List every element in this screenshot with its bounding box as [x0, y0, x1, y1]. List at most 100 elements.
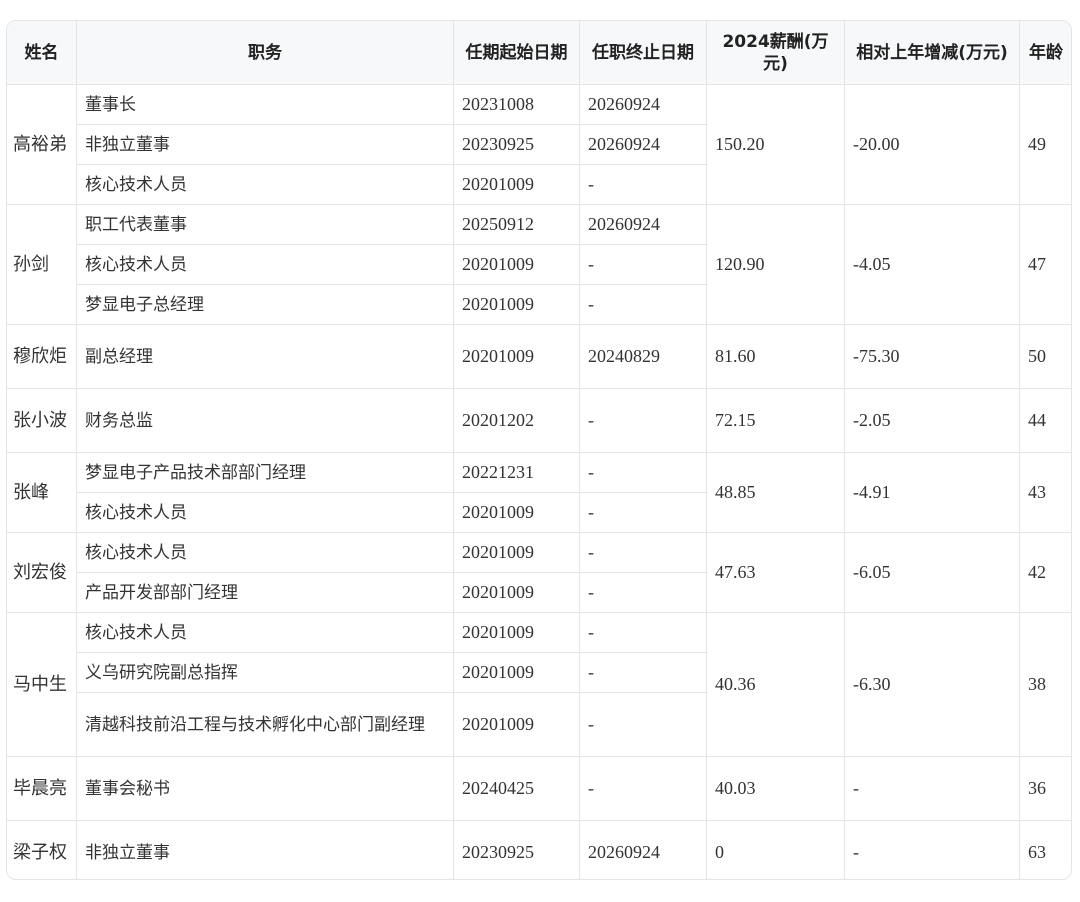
position-cell: 梦显电子产品技术部部门经理: [76, 452, 454, 493]
position-cell: 产品开发部部门经理: [76, 572, 454, 613]
position-cell: 副总经理: [76, 324, 454, 389]
start-date-cell: 20201009: [453, 692, 580, 757]
change-cell: -4.05: [844, 204, 1020, 325]
end-date-cell: -: [579, 284, 707, 325]
change-cell: -20.00: [844, 84, 1020, 205]
position-cell: 核心技术人员: [76, 532, 454, 573]
position-cell: 核心技术人员: [76, 612, 454, 653]
change-cell: -2.05: [844, 388, 1020, 453]
change-cell: -6.05: [844, 532, 1020, 613]
header-change: 相对上年增减(万元): [844, 21, 1020, 85]
table-row: 毕晨亮 董事会秘书 20240425-40.03-36: [7, 756, 1071, 821]
table-row: 穆欣炬 副总经理 20201009 20240829 81.60 -75.30 50: [7, 324, 1071, 389]
start-date-cell: 20201009: [453, 164, 580, 205]
salary-cell: 40.36: [706, 612, 845, 757]
table-row: 马中生 核心技术人员 20201009-40.36 -6.30 38: [7, 612, 1071, 757]
start-date-cell: 20250912: [453, 204, 580, 245]
salary-cell: 48.85: [706, 452, 845, 533]
start-date-cell: 20201009: [453, 652, 580, 693]
start-date-cell: 20230925: [453, 124, 580, 165]
header-row: 姓名 职务 任期起始日期 任职终止日期 2024薪酬(万元) 相对上年增减(万元…: [7, 21, 1071, 85]
end-date-cell: -: [579, 572, 707, 613]
change-cell: -: [844, 820, 1020, 879]
position-cell: 财务总监: [76, 388, 454, 453]
salary-cell: 150.20: [706, 84, 845, 205]
start-date-cell: 20230925: [453, 820, 580, 879]
end-date-cell: -: [579, 244, 707, 285]
age-cell: 44: [1019, 388, 1071, 453]
change-cell: -4.91: [844, 452, 1020, 533]
table-row: 孙剑 职工代表董事 20250912 20260924 120.90 -4.05 47: [7, 204, 1071, 325]
start-date-cell: 20201009: [453, 284, 580, 325]
executive-compensation-table: 姓名 职务 任期起始日期 任职终止日期 2024薪酬(万元) 相对上年增减(万元…: [7, 21, 1071, 879]
end-date-cell: -: [579, 452, 707, 493]
table-row: 刘宏俊 核心技术人员 20201009-47.63 -6.05 42: [7, 532, 1071, 613]
position-cell: 非独立董事: [76, 124, 454, 165]
start-date-cell: 20201009: [453, 492, 580, 533]
end-date-cell: 20240829: [579, 324, 707, 389]
person-name-cell: 毕晨亮: [7, 756, 77, 821]
start-date-cell: 20240425: [453, 756, 580, 821]
age-cell: 47: [1019, 204, 1071, 325]
table-row: 高裕弟 董事长 20231008 20260924 150.20 -20.00 49: [7, 84, 1071, 205]
person-name-cell: 张小波: [7, 388, 77, 453]
end-date-cell: 20260924: [579, 204, 707, 245]
header-salary: 2024薪酬(万元): [706, 21, 845, 85]
change-cell: -6.30: [844, 612, 1020, 757]
end-date-cell: -: [579, 164, 707, 205]
change-cell: -: [844, 756, 1020, 821]
age-cell: 50: [1019, 324, 1071, 389]
position-cell: 非独立董事: [76, 820, 454, 879]
position-cell: 职工代表董事: [76, 204, 454, 245]
position-cell: 清越科技前沿工程与技术孵化中心部门副经理: [76, 692, 454, 757]
end-date-cell: -: [579, 492, 707, 533]
person-name-cell: 孙剑: [7, 204, 77, 325]
end-date-cell: -: [579, 692, 707, 757]
person-name-cell: 马中生: [7, 612, 77, 757]
header-start-date: 任期起始日期: [453, 21, 580, 85]
start-date-cell: 20201009: [453, 324, 580, 389]
start-date-cell: 20201009: [453, 532, 580, 573]
position-cell: 核心技术人员: [76, 164, 454, 205]
end-date-cell: 20260924: [579, 820, 707, 879]
header-age: 年龄: [1019, 21, 1071, 85]
header-position: 职务: [76, 21, 454, 85]
end-date-cell: 20260924: [579, 124, 707, 165]
salary-cell: 40.03: [706, 756, 845, 821]
position-cell: 梦显电子总经理: [76, 284, 454, 325]
salary-cell: 120.90: [706, 204, 845, 325]
change-cell: -75.30: [844, 324, 1020, 389]
table-body: 高裕弟 董事长 20231008 20260924 150.20 -20.00 49 非独立董…: [7, 84, 1071, 879]
table-row: 梁子权 非独立董事 20230925 20260924 0-63: [7, 820, 1071, 879]
age-cell: 42: [1019, 532, 1071, 613]
table-card: 姓名 职务 任期起始日期 任职终止日期 2024薪酬(万元) 相对上年增减(万元…: [6, 20, 1072, 880]
position-cell: 义乌研究院副总指挥: [76, 652, 454, 693]
start-date-cell: 20201009: [453, 244, 580, 285]
position-cell: 核心技术人员: [76, 244, 454, 285]
salary-cell: 0: [706, 820, 845, 879]
age-cell: 43: [1019, 452, 1071, 533]
position-cell: 董事会秘书: [76, 756, 454, 821]
position-cell: 核心技术人员: [76, 492, 454, 533]
end-date-cell: 20260924: [579, 84, 707, 125]
age-cell: 49: [1019, 84, 1071, 205]
salary-cell: 81.60: [706, 324, 845, 389]
salary-cell: 47.63: [706, 532, 845, 613]
person-name-cell: 张峰: [7, 452, 77, 533]
end-date-cell: -: [579, 652, 707, 693]
start-date-cell: 20201009: [453, 572, 580, 613]
header-end-date: 任职终止日期: [579, 21, 707, 85]
end-date-cell: -: [579, 532, 707, 573]
header-name: 姓名: [7, 21, 77, 85]
end-date-cell: -: [579, 756, 707, 821]
person-name-cell: 梁子权: [7, 820, 77, 879]
position-cell: 董事长: [76, 84, 454, 125]
age-cell: 38: [1019, 612, 1071, 757]
salary-cell: 72.15: [706, 388, 845, 453]
start-date-cell: 20201202: [453, 388, 580, 453]
end-date-cell: -: [579, 612, 707, 653]
end-date-cell: -: [579, 388, 707, 453]
person-name-cell: 穆欣炬: [7, 324, 77, 389]
age-cell: 63: [1019, 820, 1071, 879]
start-date-cell: 20231008: [453, 84, 580, 125]
